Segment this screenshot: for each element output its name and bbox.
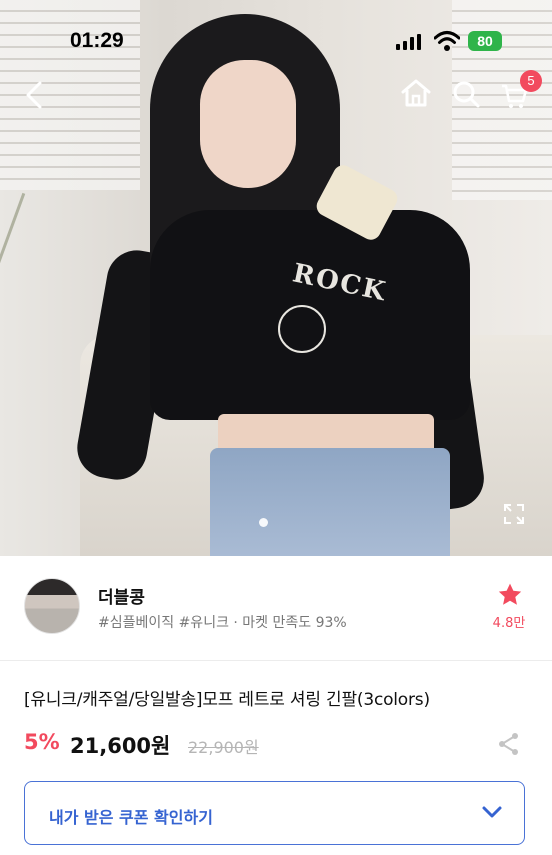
favorite-star-icon[interactable] [497, 582, 523, 608]
shop-info-row[interactable]: 더블콩 #심플베이직 #유니크 · 마켓 만족도 93% [0, 556, 552, 661]
shirt-emblem [278, 305, 326, 353]
image-page-indicator [259, 518, 268, 527]
model-jeans [210, 448, 450, 556]
plant-decoration [0, 192, 82, 328]
coupon-label: 내가 받은 쿠폰 확인하기 [49, 808, 213, 827]
favorite-count: 4.8만 [492, 616, 526, 631]
original-price: 22,900원 [188, 738, 259, 757]
cellular-signal-icon [396, 34, 421, 50]
model-face [200, 60, 296, 188]
search-icon[interactable] [452, 80, 480, 108]
chevron-down-icon [482, 806, 502, 818]
cart-count-badge: 5 [520, 70, 542, 92]
share-icon[interactable] [498, 732, 520, 756]
battery-indicator: 80 [468, 31, 502, 51]
back-icon[interactable] [22, 80, 46, 110]
wifi-icon [434, 31, 460, 51]
home-icon[interactable] [400, 78, 432, 108]
expand-icon[interactable] [502, 502, 526, 526]
status-time: 01:29 [70, 29, 124, 52]
discount-rate: 5% [24, 730, 60, 754]
coupon-check-button[interactable]: 내가 받은 쿠폰 확인하기 [24, 781, 525, 845]
product-title: [유니크/캐주얼/당일발송]모프 레트로 셔링 긴팔(3colors) [24, 690, 430, 710]
shop-tags: #심플베이직 #유니크 · 마켓 만족도 93% [98, 615, 347, 631]
shop-name[interactable]: 더블콩 [98, 583, 145, 608]
sale-price: 21,600원 [70, 734, 171, 758]
shop-avatar[interactable] [24, 578, 80, 634]
